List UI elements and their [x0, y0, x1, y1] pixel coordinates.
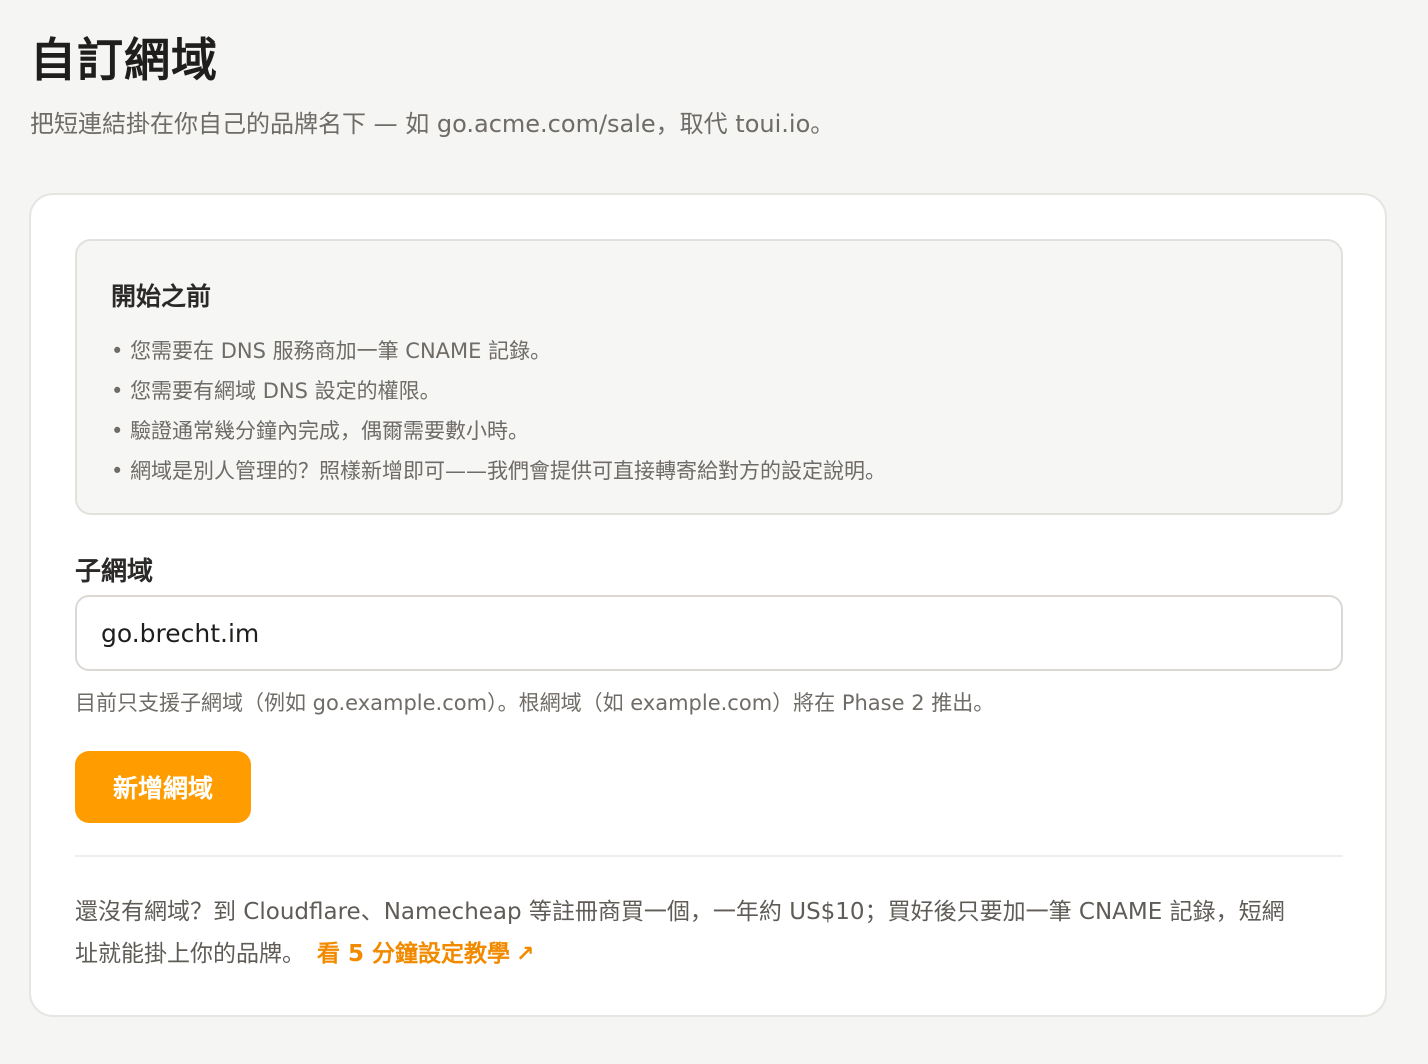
info-item: 網域是別人管理的？照樣新增即可——我們會提供可直接轉寄給對方的設定說明。	[111, 451, 1307, 491]
page-title: 自訂網域	[30, 33, 218, 87]
subdomain-input[interactable]	[75, 595, 1343, 671]
subdomain-label: 子網域	[75, 557, 154, 587]
footer-description: 還沒有網域？到 Cloudflare、Namecheap 等註冊商買一個，一年約…	[75, 899, 1285, 967]
page-subtitle: 把短連結掛在你自己的品牌名下 — 如 go.acme.com/sale，取代 t…	[30, 110, 835, 138]
info-item: 驗證通常幾分鐘內完成，偶爾需要數小時。	[111, 411, 1307, 451]
info-list: 您需要在 DNS 服務商加一筆 CNAME 記錄。 您需要有網域 DNS 設定的…	[111, 331, 1307, 491]
subdomain-hint: 目前只支援子網域（例如 go.example.com）。根網域（如 exampl…	[75, 691, 995, 715]
footer-text: 還沒有網域？到 Cloudflare、Namecheap 等註冊商買一個，一年約…	[75, 891, 1305, 976]
add-domain-button[interactable]: 新增網域	[75, 751, 251, 823]
tutorial-link[interactable]: 看 5 分鐘設定教學 ↗	[317, 941, 534, 967]
info-item: 您需要在 DNS 服務商加一筆 CNAME 記錄。	[111, 331, 1307, 371]
tutorial-link-label: 看 5 分鐘設定教學	[317, 941, 511, 967]
before-you-start-box: 開始之前 您需要在 DNS 服務商加一筆 CNAME 記錄。 您需要有網域 DN…	[75, 239, 1343, 515]
info-title: 開始之前	[111, 282, 212, 311]
arrow-up-right-icon: ↗	[516, 942, 535, 967]
info-item: 您需要有網域 DNS 設定的權限。	[111, 371, 1307, 411]
divider	[75, 855, 1343, 857]
custom-domain-page: 自訂網域 把短連結掛在你自己的品牌名下 — 如 go.acme.com/sale…	[0, 0, 1428, 1064]
domain-card: 開始之前 您需要在 DNS 服務商加一筆 CNAME 記錄。 您需要有網域 DN…	[29, 193, 1387, 1017]
